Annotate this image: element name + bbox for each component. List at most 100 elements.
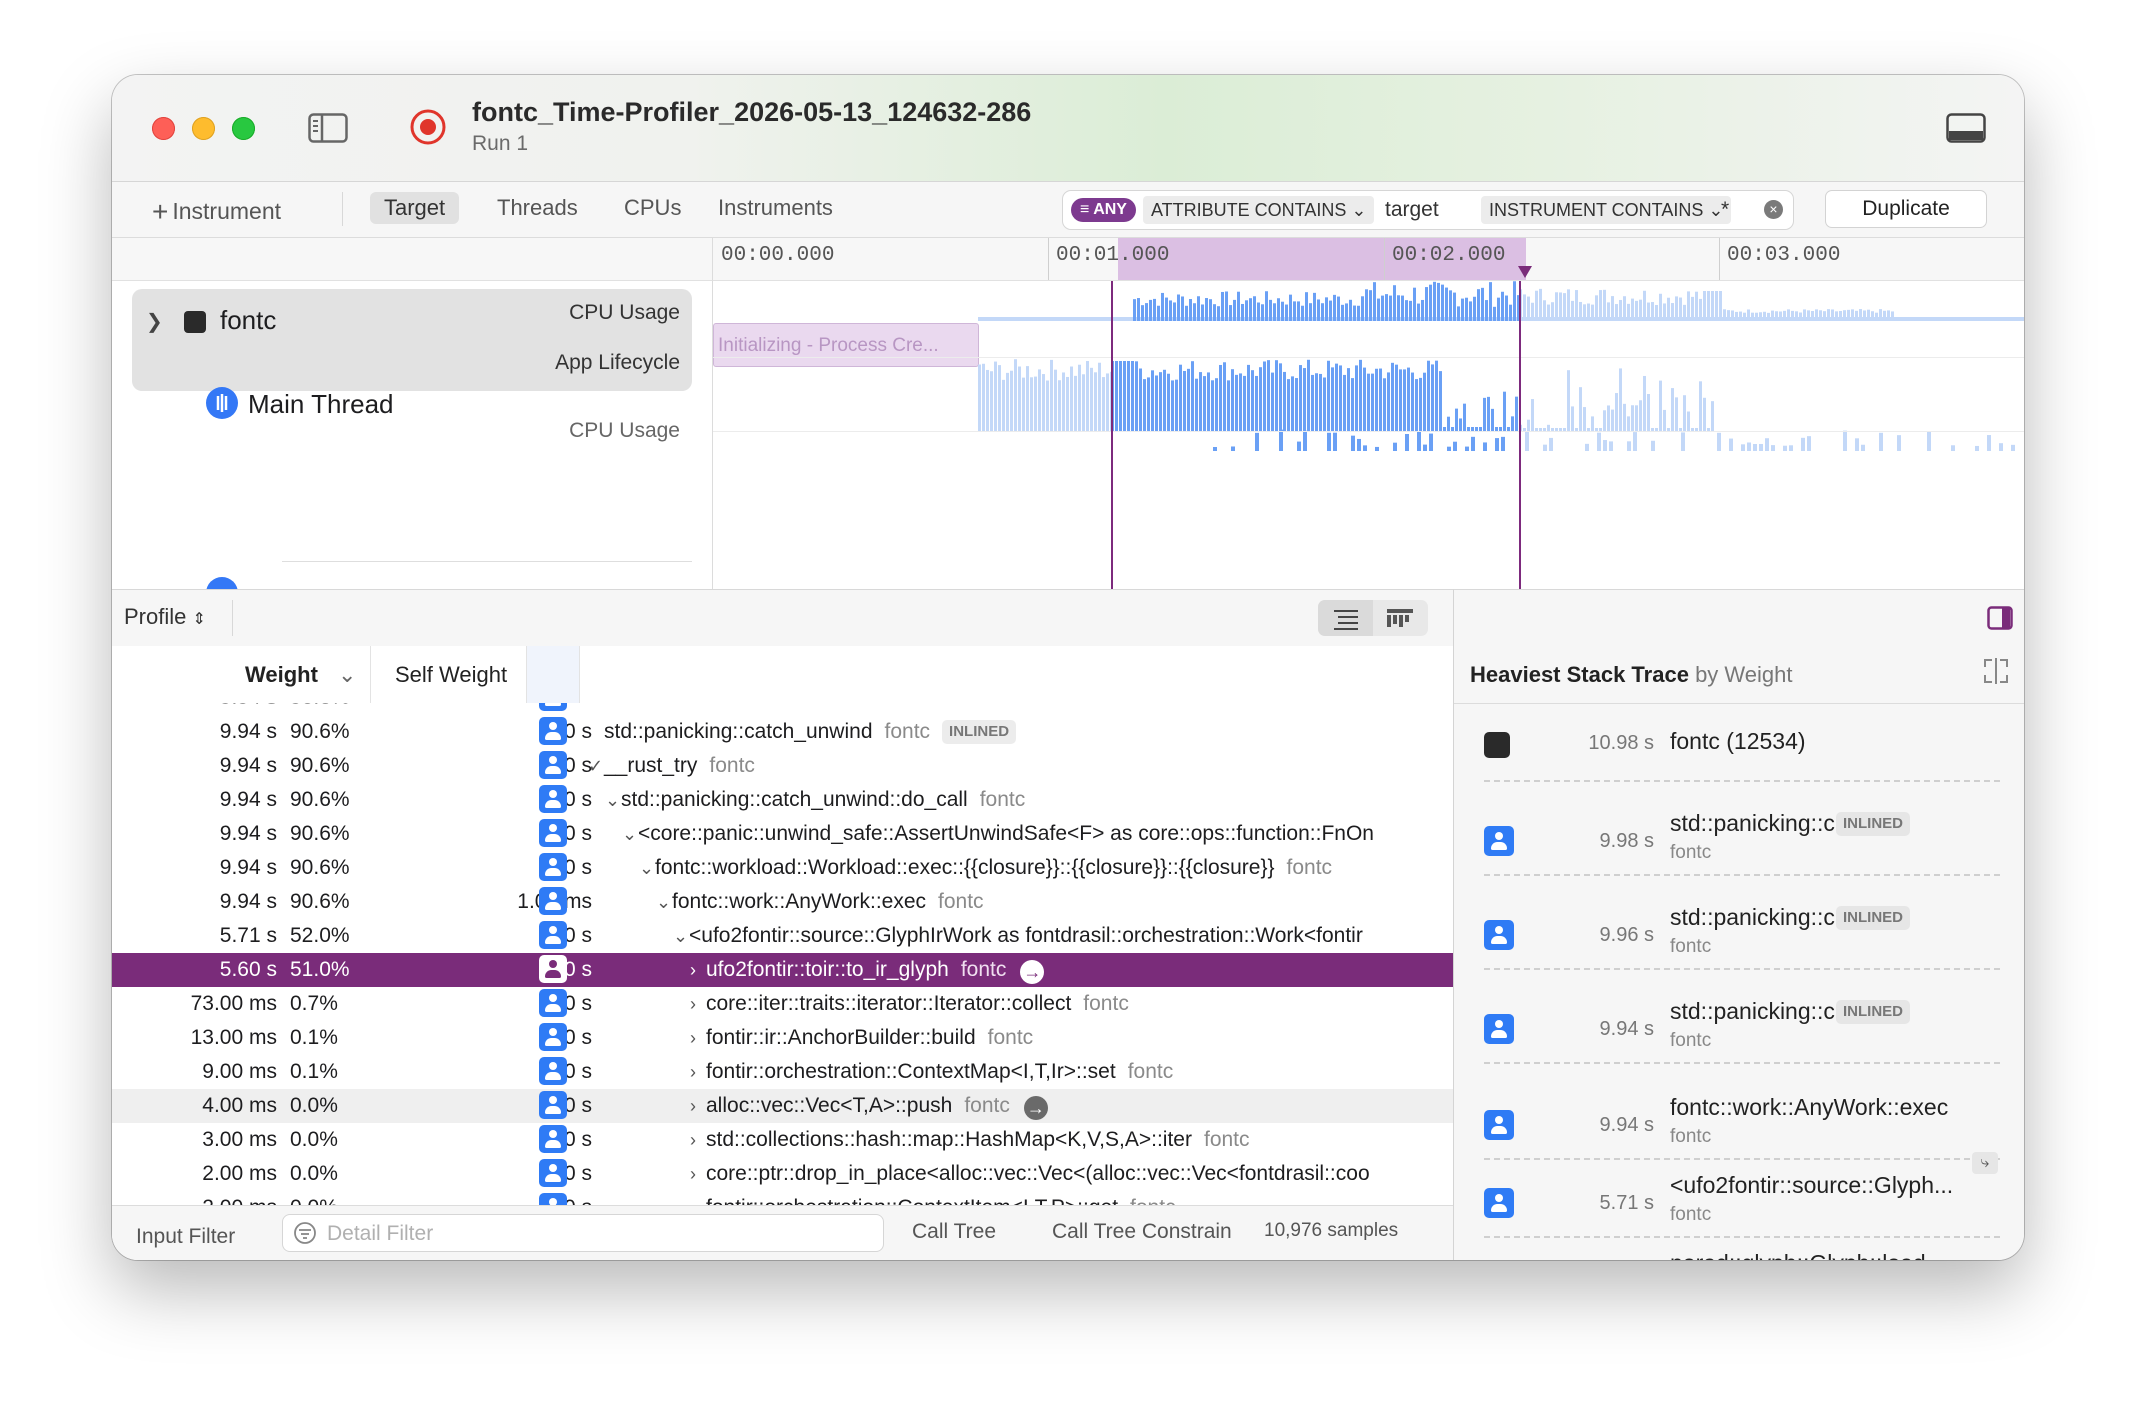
- thread2-cpu-bar: [1213, 446, 1217, 451]
- chevron-down-icon[interactable]: ⌄: [656, 892, 672, 913]
- any-match-badge[interactable]: ≡ ANY: [1071, 198, 1136, 222]
- table-row[interactable]: 13.00 ms 0.1% 0 s › fontir::ir::AnchorBuilde…: [112, 1021, 1453, 1055]
- cpu-bar-outside: [1683, 304, 1686, 321]
- table-row[interactable]: 9.94 s 90.6% 1.00 ms ⌄fontc::work::AnyWork:…: [112, 885, 1453, 919]
- chevron-right-icon[interactable]: ›: [690, 1164, 706, 1185]
- table-row[interactable]: 9.94 s 90.6% 0 s ✓__rust_try fontc: [112, 749, 1453, 783]
- record-icon[interactable]: [408, 107, 448, 147]
- table-row[interactable]: 73.00 ms 0.7% 0 s › core::iter::traits::iter…: [112, 987, 1453, 1021]
- table-row[interactable]: 2.00 ms 0.0% 0 s › core::ptr::drop_in_place<…: [112, 1157, 1453, 1191]
- call-tree-table[interactable]: 9.94 s 90.6% 9.94 s90.6%0 sstd::panickin…: [112, 703, 1453, 1260]
- sidebar-toggle-icon[interactable]: [308, 112, 348, 144]
- table-row[interactable]: 9.94 s 90.6% 0 s ⌄std::panicking::catch_unw…: [112, 783, 1453, 817]
- cpu-bar: [1317, 299, 1320, 321]
- table-row[interactable]: 9.94 s 90.6% 0 s ⌄fontc::workload::Workload…: [112, 851, 1453, 885]
- weight-column-header[interactable]: Weight ⌄: [245, 662, 356, 688]
- cpu-bar-outside: [1691, 296, 1694, 321]
- flame-graph-view-button[interactable]: [1373, 600, 1428, 636]
- thread-cpu-bar: [1175, 379, 1178, 431]
- tab-cpus[interactable]: CPUs: [610, 192, 695, 224]
- call-tree-constraints-button[interactable]: Call Tree Constrain: [1052, 1220, 1232, 1244]
- cpu-bar: [1145, 303, 1148, 321]
- chevron-right-icon[interactable]: ›: [690, 1130, 706, 1151]
- cpu-bar: [1481, 287, 1484, 321]
- cpu-bar-outside: [1715, 291, 1718, 321]
- go-to-source-icon[interactable]: →: [1023, 1096, 1048, 1120]
- call-tree-options-button[interactable]: Call Tree: [912, 1220, 996, 1244]
- selection-end-line[interactable]: [1519, 281, 1521, 589]
- chevron-right-icon[interactable]: ›: [690, 994, 706, 1015]
- symbol-name: fontir::orchestration::ContextMap<I,T,Ir…: [706, 1060, 1116, 1083]
- tab-instruments[interactable]: Instruments: [704, 192, 847, 224]
- call-tree-view-button[interactable]: [1318, 600, 1373, 636]
- chevron-down-icon[interactable]: ⌄: [673, 926, 689, 947]
- chevron-right-icon[interactable]: ›: [690, 1062, 706, 1083]
- chevron-right-icon[interactable]: ›: [690, 1028, 706, 1049]
- thread-cpu-bar: [1127, 361, 1130, 431]
- tab-target[interactable]: Target: [370, 192, 460, 224]
- frame-symbol: fontc::work::AnyWork::exec: [1670, 1094, 1949, 1120]
- thread-cpu-bar-outside: [1010, 370, 1013, 431]
- profile-selector[interactable]: Profile ⇕: [124, 604, 206, 630]
- cpu-bar-outside: [1679, 297, 1682, 321]
- table-row[interactable]: 5.60 s 51.0% 0 s › ufo2fontir::toir::to_ir_g…: [112, 953, 1453, 987]
- zoom-window-button[interactable]: [232, 117, 255, 140]
- time-ruler[interactable]: 00:00.000 00:01.000 00:02.000 00:03.000: [712, 238, 2024, 281]
- go-to-source-icon[interactable]: →: [1020, 960, 1045, 984]
- chevron-down-icon[interactable]: ❯: [146, 309, 163, 334]
- attribute-value-token[interactable]: target: [1377, 196, 1447, 224]
- chevron-down-icon[interactable]: ✓: [588, 756, 604, 777]
- attribute-contains-token[interactable]: ATTRIBUTE CONTAINS ⌄: [1143, 196, 1375, 224]
- weight-cell: 9.94 s: [219, 822, 277, 845]
- detail-area-toggle-icon[interactable]: [1946, 112, 1986, 144]
- table-row[interactable]: 5.71 s 52.0% 0 s ⌄<ufo2fontir::source::Glyp…: [112, 919, 1453, 953]
- weight-cell: 9.00 ms: [202, 1060, 277, 1083]
- thread-cpu-bar-outside: [1643, 375, 1646, 431]
- expand-icon[interactable]: [1981, 656, 2011, 686]
- frame-separator: [1484, 1062, 2000, 1064]
- tab-threads[interactable]: Threads: [483, 192, 592, 224]
- playhead-marker-icon[interactable]: [1516, 266, 1534, 280]
- frame-separator: [1484, 968, 2000, 970]
- thread2-cpu-bar: [1417, 431, 1421, 451]
- cpu-bar: [1417, 303, 1420, 321]
- thread2-cpu-bar: [1861, 444, 1865, 451]
- symbol-cell: ⌄std::panicking::catch_unwind::do_call fo…: [605, 788, 1025, 812]
- chevron-down-icon[interactable]: ⌄: [605, 790, 621, 811]
- close-window-button[interactable]: [152, 117, 175, 140]
- self-weight-column-header[interactable]: Self Weight: [395, 662, 507, 688]
- inspector-toggle-icon[interactable]: [1987, 606, 2013, 630]
- track-list: ❯ fontc CPU Usage App Lifecycle Main Thr…: [112, 281, 712, 609]
- instrument-value-token[interactable]: *: [1719, 196, 1731, 224]
- thread-cpu-bar: [1339, 365, 1342, 431]
- table-row[interactable]: 9.94 s 90.6% 0 s ⌄<core::panic::unwind_safe…: [112, 817, 1453, 851]
- minimize-window-button[interactable]: [192, 117, 215, 140]
- table-row[interactable]: 4.00 ms 0.0% 0 s › alloc::vec::Vec<T,A>::pus…: [112, 1089, 1453, 1123]
- chevron-right-icon[interactable]: ›: [690, 1096, 706, 1117]
- chevron-right-icon[interactable]: ›: [690, 960, 706, 981]
- detail-filter-input[interactable]: Detail Filter: [282, 1214, 884, 1252]
- duplicate-button[interactable]: Duplicate: [1825, 190, 1987, 228]
- chevron-down-icon[interactable]: ⌄: [639, 858, 655, 879]
- add-instrument-label: Instrument: [172, 198, 282, 224]
- thread-cpu-bar: [1483, 397, 1486, 431]
- view-mode-toggle[interactable]: [1318, 600, 1428, 636]
- cpu-bar: [1177, 294, 1180, 321]
- clear-filter-icon[interactable]: ×: [1764, 200, 1783, 219]
- table-row[interactable]: 9.94 s 90.6% 0 s std::panicking::catch_unwi…: [112, 715, 1453, 749]
- library-name: fontc: [979, 788, 1026, 811]
- table-row[interactable]: 3.00 ms 0.0% 0 s › std::collections::hash::m…: [112, 1123, 1453, 1157]
- track-filter-field[interactable]: ≡ ANY ATTRIBUTE CONTAINS ⌄ target INSTRU…: [1062, 190, 1794, 230]
- track-graph-area[interactable]: Initializing - Process Cre...: [712, 281, 2024, 589]
- branch-icon[interactable]: ⤷: [1972, 1152, 1998, 1174]
- table-row[interactable]: 9.00 ms 0.1% 0 s › fontir::orchestration::Co…: [112, 1055, 1453, 1089]
- list-tree-icon: [1334, 610, 1358, 630]
- add-instrument-button[interactable]: + Instrument: [152, 194, 282, 227]
- percent-cell: 90.6%: [290, 720, 350, 743]
- cpu-bar-outside: [1971, 318, 1974, 321]
- thread-cpu-bar-outside: [1058, 380, 1061, 431]
- process-track-header[interactable]: ❯ fontc CPU Usage App Lifecycle: [132, 289, 692, 391]
- instrument-contains-token[interactable]: INSTRUMENT CONTAINS ⌄: [1481, 196, 1732, 224]
- selection-start-line[interactable]: [1111, 281, 1113, 589]
- chevron-down-icon[interactable]: ⌄: [622, 824, 638, 845]
